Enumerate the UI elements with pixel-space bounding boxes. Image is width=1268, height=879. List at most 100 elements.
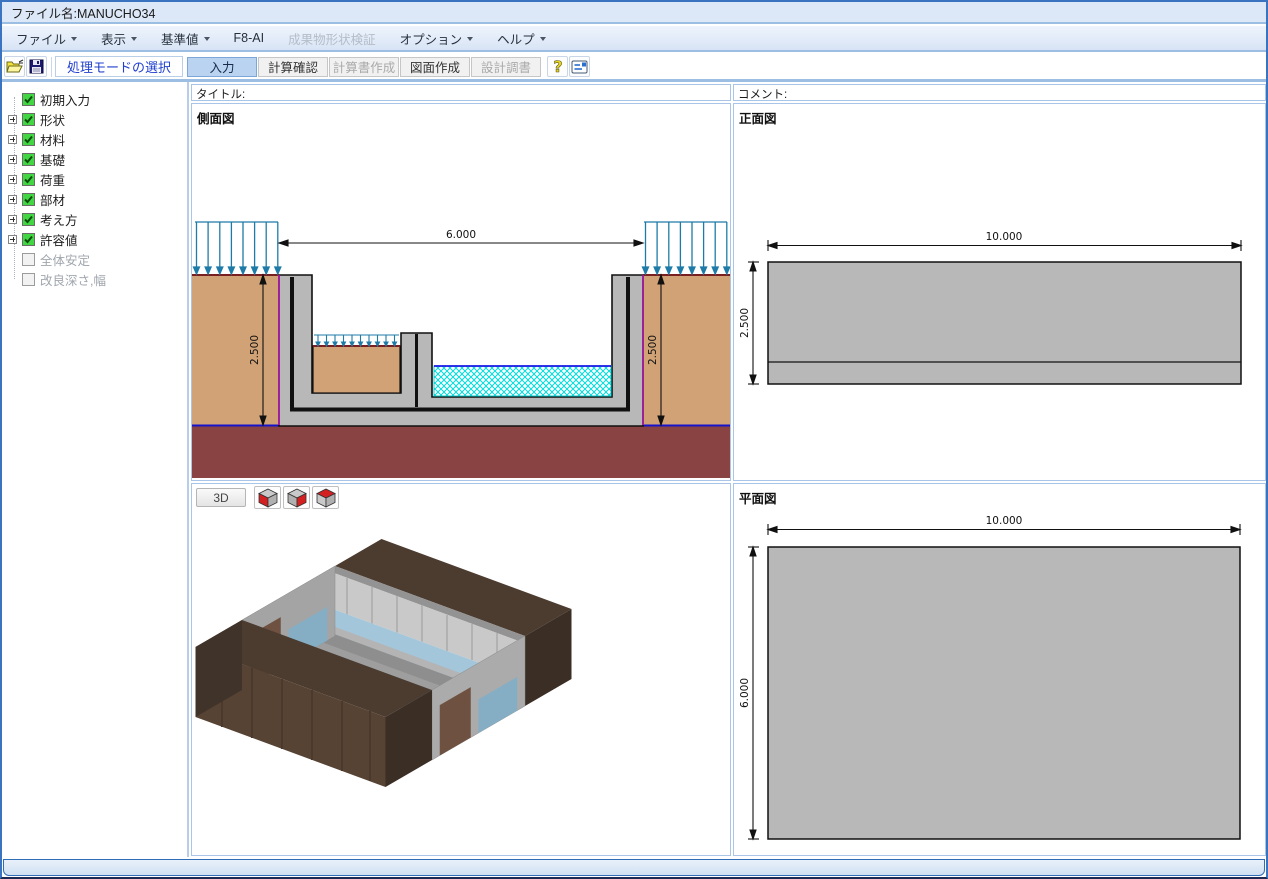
side-view-panel: 6.000 2.500 2.500 側面図	[191, 103, 731, 481]
checkbox-unchecked	[22, 273, 35, 286]
comment-label: コメント:	[734, 85, 1265, 101]
expand-icon[interactable]	[8, 235, 17, 244]
chevron-down-icon	[131, 37, 137, 41]
news-window-icon	[571, 60, 588, 74]
left-soil	[192, 275, 279, 425]
help-icon: ?	[550, 58, 566, 75]
menu-options[interactable]: オプション	[400, 29, 474, 48]
floppy-disk-icon	[29, 59, 44, 74]
front-body	[768, 262, 1241, 384]
menu-f8ai[interactable]: F8-AI	[234, 31, 265, 45]
title-label: タイトル:	[192, 85, 730, 101]
menu-view[interactable]: 表示	[101, 29, 137, 48]
tab-input[interactable]: 入力	[187, 57, 257, 77]
model-tree-panel: 初期入力 形状 材料 基礎 荷重	[2, 82, 189, 857]
tree-item-member[interactable]: 部材	[2, 189, 187, 209]
menu-file[interactable]: ファイル	[16, 29, 77, 48]
checkbox-checked[interactable]	[22, 113, 35, 126]
checkbox-checked[interactable]	[22, 213, 35, 226]
cube-left-face-icon	[256, 487, 280, 509]
plan-view-drawing: 10.000 6.000	[734, 484, 1265, 855]
tree-item-shape[interactable]: 形状	[2, 109, 187, 129]
water-fill	[434, 366, 611, 396]
tab-calc-check[interactable]: 計算確認	[258, 57, 328, 77]
svg-text:?: ?	[553, 58, 562, 75]
chevron-down-icon	[540, 37, 546, 41]
dim-depth-label: 6.000	[739, 678, 751, 708]
chevron-down-icon	[467, 37, 473, 41]
toolbar: 処理モードの選択 入力 計算確認 計算書作成 図面作成 設計調書 ?	[2, 54, 1266, 82]
checkbox-unchecked	[22, 253, 35, 266]
dim-depth-right-label: 2.500	[647, 335, 659, 365]
checkbox-checked[interactable]	[22, 233, 35, 246]
tree-item-improvement-depth-width: 改良深さ,幅	[2, 269, 187, 289]
dim-depth-left-label: 2.500	[249, 335, 261, 365]
model-tree: 初期入力 形状 材料 基礎 荷重	[2, 89, 187, 289]
tab-drawing-create[interactable]: 図面作成	[400, 57, 470, 77]
chevron-down-icon	[71, 37, 77, 41]
tree-item-overall-stability: 全体安定	[2, 249, 187, 269]
chamber-load-arrows	[314, 335, 399, 346]
tree-item-approach[interactable]: 考え方	[2, 209, 187, 229]
tree-item-foundation[interactable]: 基礎	[2, 149, 187, 169]
expand-icon[interactable]	[8, 115, 17, 124]
threed-view-panel: 3D	[191, 483, 731, 856]
left-load-arrows	[194, 222, 281, 274]
chamber-soil-fill	[313, 346, 400, 393]
menu-help[interactable]: ヘルプ	[497, 29, 546, 48]
expand-icon[interactable]	[8, 135, 17, 144]
dim-span-label: 6.000	[446, 229, 476, 241]
whats-new-button[interactable]	[569, 56, 590, 77]
expand-icon[interactable]	[8, 195, 17, 204]
dim-height-label: 2.500	[739, 308, 751, 338]
front-view-panel: 10.000 2.500 正面図	[733, 103, 1266, 481]
checkbox-checked[interactable]	[22, 153, 35, 166]
open-folder-icon	[6, 59, 24, 74]
save-file-button[interactable]	[26, 56, 47, 77]
menu-standards[interactable]: 基準値	[161, 29, 210, 48]
front-view-title: 正面図	[739, 108, 777, 127]
bedrock-layer	[192, 426, 730, 478]
view-left-button[interactable]	[254, 486, 281, 509]
checkbox-checked[interactable]	[22, 193, 35, 206]
chevron-down-icon	[204, 37, 210, 41]
checkbox-checked[interactable]	[22, 173, 35, 186]
plan-view-title: 平面図	[739, 488, 777, 507]
checkbox-checked[interactable]	[22, 93, 35, 106]
status-bar	[3, 859, 1265, 876]
tab-design-record: 設計調書	[471, 57, 541, 77]
expand-icon[interactable]	[8, 175, 17, 184]
help-button[interactable]: ?	[547, 56, 568, 77]
tree-item-load[interactable]: 荷重	[2, 169, 187, 189]
title-bar: ファイル名:MANUCHO34	[2, 2, 1266, 24]
menu-deliverable-shape-check: 成果物形状検証	[288, 29, 376, 48]
front-view-drawing: 10.000 2.500	[734, 104, 1265, 480]
tree-item-allowable-values[interactable]: 許容値	[2, 229, 187, 249]
tree-item-initial-input[interactable]: 初期入力	[2, 89, 187, 109]
mode-select-label: 処理モードの選択	[55, 56, 183, 77]
right-load-arrows	[643, 222, 730, 274]
comment-header-bar: コメント:	[733, 84, 1266, 101]
cube-front-face-icon	[285, 487, 309, 509]
title-header-bar: タイトル:	[191, 84, 731, 101]
dim-width-label: 10.000	[986, 231, 1023, 243]
side-view-title: 側面図	[197, 108, 235, 127]
threed-toggle-button[interactable]: 3D	[196, 488, 246, 507]
view-front-button[interactable]	[283, 486, 310, 509]
tab-report-create: 計算書作成	[329, 57, 399, 77]
plan-body	[768, 547, 1240, 839]
view-top-button[interactable]	[312, 486, 339, 509]
side-view-drawing: 6.000 2.500 2.500	[192, 104, 730, 480]
threed-render-viewport[interactable]	[192, 520, 730, 856]
open-file-button[interactable]	[4, 56, 25, 77]
expand-icon[interactable]	[8, 215, 17, 224]
expand-icon[interactable]	[8, 155, 17, 164]
toolbar-separator	[51, 57, 52, 77]
plan-view-panel: 10.000 6.000 平面図	[733, 483, 1266, 856]
dim-width-label: 10.000	[986, 515, 1023, 527]
app-window: ファイル名:MANUCHO34 ファイル 表示 基準値 F8-AI 成果物形状検…	[0, 0, 1268, 879]
checkbox-checked[interactable]	[22, 133, 35, 146]
cube-top-face-icon	[314, 487, 338, 509]
threed-toolbar: 3D	[192, 484, 730, 509]
tree-item-material[interactable]: 材料	[2, 129, 187, 149]
